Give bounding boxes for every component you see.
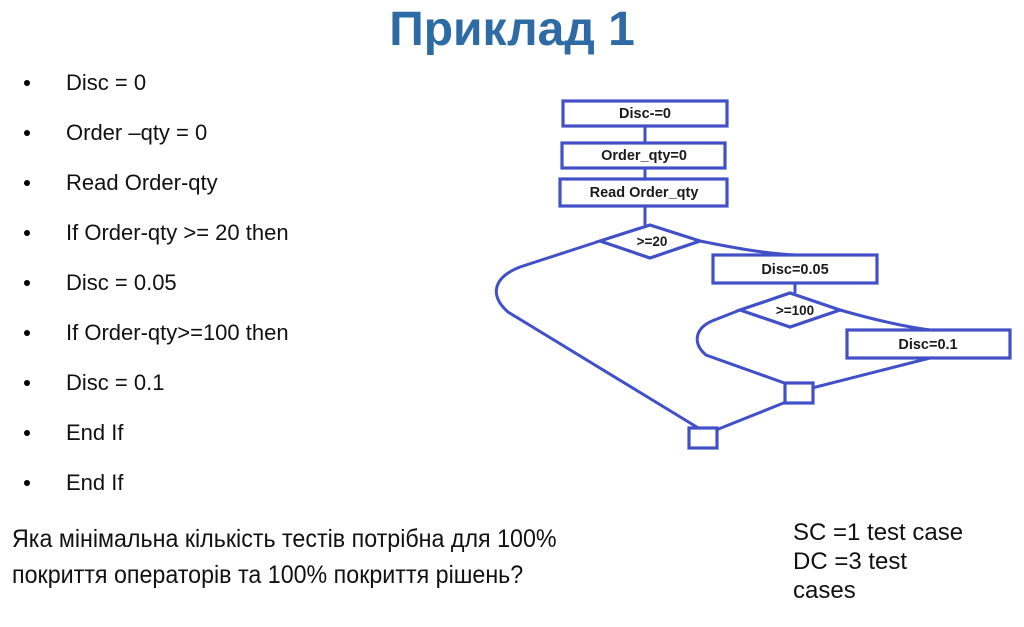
list-item-label: Read Order-qty xyxy=(66,170,218,195)
flow-node-label: >=20 xyxy=(637,234,668,249)
bullet-dot-icon xyxy=(24,80,30,86)
flow-node-label: Disc=0.1 xyxy=(898,337,957,353)
edge-d2-n5-true xyxy=(839,308,931,332)
list-item-label: If Order-qty >= 20 then xyxy=(66,220,289,245)
answer-line-dc: DC =3 test xyxy=(793,548,908,575)
list-item-label: Disc = 0.1 xyxy=(66,370,165,395)
question-text: Яка мінімальна кількість тестів потрібна… xyxy=(12,521,691,593)
list-item-label: Disc = 0.05 xyxy=(66,270,177,295)
question-line-1: Яка мінімальна кількість тестів потрібна… xyxy=(12,525,557,553)
list-item: Disc = 0.05 xyxy=(8,258,388,308)
flow-node-orderqty-init: Order_qty=0 xyxy=(560,141,727,170)
flow-node-disc-init: Disc-=0 xyxy=(561,99,729,128)
flow-node-decision-ge20: >=20 xyxy=(594,223,706,260)
list-item: End If xyxy=(8,408,388,458)
list-item: If Order-qty >= 20 then xyxy=(8,208,388,258)
list-item: Read Order-qty xyxy=(8,158,388,208)
flow-node-decision-ge100: >=100 xyxy=(735,291,845,329)
flow-node-label: >=100 xyxy=(776,303,814,318)
list-item: End If xyxy=(8,458,388,508)
pseudocode-bullet-list: Disc = 0 Order –qty = 0 Read Order-qty I… xyxy=(8,58,388,508)
list-item: Disc = 0.1 xyxy=(8,358,388,408)
edge-d2-j1-false xyxy=(695,308,791,387)
bullet-dot-icon xyxy=(24,480,30,486)
flow-node-label: Disc-=0 xyxy=(619,106,671,122)
edge-j1-j2 xyxy=(715,400,787,432)
flow-node-label: Order_qty=0 xyxy=(601,148,687,164)
list-item-label: Disc = 0 xyxy=(66,70,147,95)
edge-n5-j1 xyxy=(811,356,931,390)
answer-line-sc: SC =1 test case xyxy=(793,519,964,546)
bullet-dot-icon xyxy=(24,430,30,436)
flow-node-disc-005: Disc=0.05 xyxy=(711,253,879,285)
list-item-label: Order –qty = 0 xyxy=(66,120,208,145)
list-item-label: If Order-qty>=100 then xyxy=(66,320,289,345)
list-item: Disc = 0 xyxy=(8,58,388,108)
question-line-2: покриття операторів та 100% покриття ріш… xyxy=(12,561,524,589)
edge-d1-n4-true xyxy=(699,239,796,257)
list-item-label: End If xyxy=(66,470,124,495)
answer-text: SC =1 test case DC =3 test cases xyxy=(793,518,1018,605)
list-item: Order –qty = 0 xyxy=(8,108,388,158)
flow-node-junction-lower xyxy=(687,426,719,450)
page-title: Приклад 1 xyxy=(389,3,635,56)
flow-node-label: Read Order_qty xyxy=(590,185,699,201)
bullet-dot-icon xyxy=(24,180,30,186)
list-item: If Order-qty>=100 then xyxy=(8,308,388,358)
bullet-dot-icon xyxy=(24,280,30,286)
flow-node-label: Disc=0.05 xyxy=(761,262,828,278)
bullet-dot-icon xyxy=(24,330,30,336)
flow-node-read-orderqty: Read Order_qty xyxy=(558,177,729,208)
bullet-dot-icon xyxy=(24,130,30,136)
list-item-label: End If xyxy=(66,420,124,445)
edge-d1-j2-false xyxy=(494,239,701,431)
bullet-dot-icon xyxy=(24,380,30,386)
bullet-dot-icon xyxy=(24,230,30,236)
answer-line-dc-cont: cases xyxy=(793,577,856,604)
flow-node-disc-01: Disc=0.1 xyxy=(845,328,1012,360)
flow-node-junction-upper xyxy=(783,381,815,405)
